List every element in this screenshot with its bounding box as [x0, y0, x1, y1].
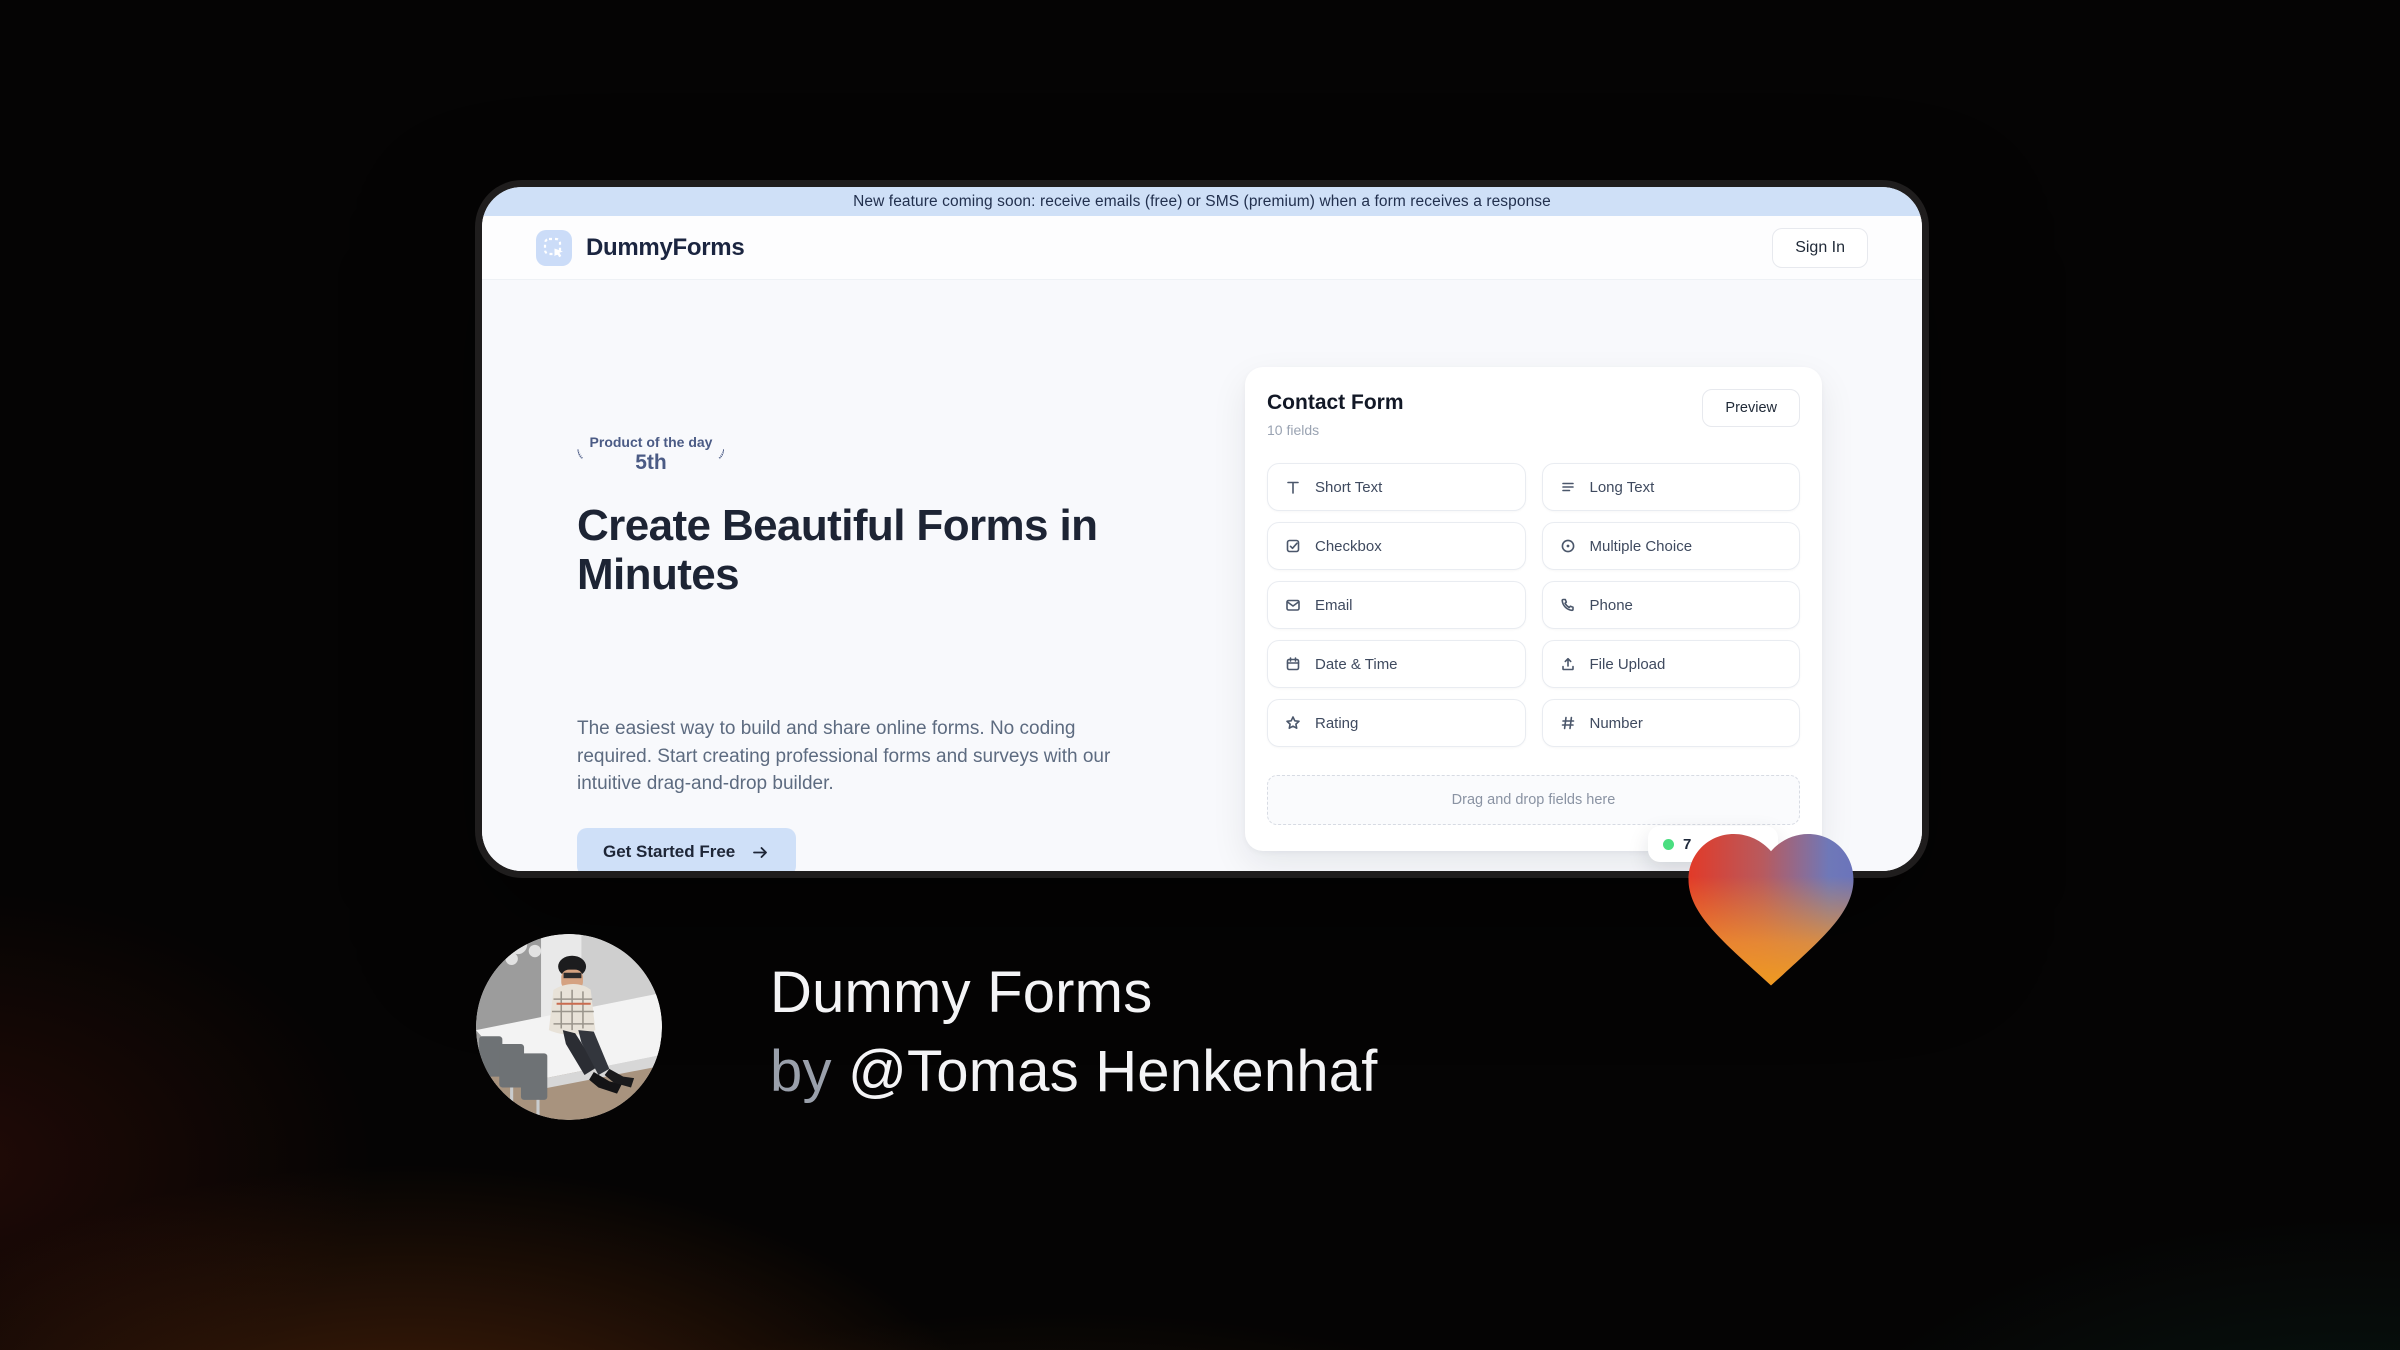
byline-prefix: by: [770, 1039, 848, 1104]
field-date-time-button[interactable]: Date & Time: [1267, 640, 1526, 688]
field-long-text-button[interactable]: Long Text: [1541, 463, 1800, 511]
form-builder-panel: Contact Form 10 fields Preview Short Tex…: [1245, 367, 1822, 851]
sign-in-button[interactable]: Sign In: [1772, 227, 1868, 268]
long-text-icon: [1559, 478, 1577, 496]
byline-author: @Tomas Henkenhaf: [847, 1039, 1378, 1104]
field-label: Short Text: [1315, 478, 1383, 496]
field-multiple-choice-button[interactable]: Multiple Choice: [1541, 522, 1800, 570]
checkbox-icon: [1284, 537, 1302, 555]
field-label: Number: [1589, 714, 1643, 732]
author-avatar: [476, 934, 662, 1120]
field-label: Rating: [1315, 714, 1359, 732]
footer-byline: by @Tomas Henkenhaf: [770, 1032, 1378, 1111]
preview-button[interactable]: Preview: [1702, 389, 1800, 427]
star-icon: [1284, 714, 1302, 732]
product-of-the-day-badge: Product of the day 5th: [577, 430, 725, 478]
site-header: DummyForms Sign In: [482, 216, 1922, 280]
hero-description: The easiest way to build and share onlin…: [577, 718, 1111, 795]
field-label: Checkbox: [1315, 537, 1382, 555]
phone-icon: [1559, 596, 1577, 614]
hero-section: Product of the day 5th Create Beautiful …: [482, 280, 1922, 871]
field-label: Date & Time: [1315, 655, 1398, 673]
envelope-icon: [1284, 596, 1302, 614]
hero-headline: Create Beautiful Forms in Minutes: [577, 501, 1098, 600]
award-title: Product of the day: [589, 433, 713, 450]
get-started-button[interactable]: Get Started Free: [577, 828, 797, 871]
field-short-text-button[interactable]: Short Text: [1267, 463, 1526, 511]
field-label: Phone: [1589, 596, 1633, 614]
dropzone-text: Drag and drop fields here: [1451, 792, 1616, 808]
hash-icon: [1559, 714, 1577, 732]
field-label: Long Text: [1589, 478, 1655, 496]
calendar-icon: [1284, 655, 1302, 673]
footer-title-line1: Dummy Forms: [770, 960, 1153, 1025]
dummyforms-logo-icon: [536, 229, 572, 266]
field-rating-button[interactable]: Rating: [1267, 699, 1526, 747]
upload-icon: [1559, 655, 1577, 673]
field-label: Multiple Choice: [1589, 537, 1693, 555]
field-checkbox-button[interactable]: Checkbox: [1267, 522, 1526, 570]
brand-name: DummyForms: [586, 233, 745, 261]
short-text-icon: [1284, 478, 1302, 496]
field-phone-button[interactable]: Phone: [1541, 581, 1800, 629]
field-label: File Upload: [1589, 655, 1666, 673]
promo-canvas: New feature coming soon: receive emails …: [0, 0, 2400, 1350]
laurel-right-icon: [719, 448, 725, 460]
arrow-right-icon: [753, 846, 768, 858]
radio-icon: [1559, 537, 1577, 555]
announcement-text: New feature coming soon: receive emails …: [853, 192, 1551, 210]
field-email-button[interactable]: Email: [1267, 581, 1526, 629]
field-number-button[interactable]: Number: [1541, 699, 1800, 747]
laurel-left-icon: [577, 448, 583, 460]
get-started-label: Get Started Free: [603, 842, 736, 861]
gradient-heart-icon: [1688, 834, 1854, 986]
browser-window: New feature coming soon: receive emails …: [482, 187, 1922, 871]
brand: DummyForms: [536, 229, 745, 266]
announcement-banner: New feature coming soon: receive emails …: [482, 187, 1922, 216]
field-label: Email: [1315, 596, 1353, 614]
field-file-upload-button[interactable]: File Upload: [1541, 640, 1800, 688]
field-type-grid: Short Text Long Text Checkbox Multiple Choi…: [1267, 463, 1800, 747]
footer-title: Dummy Forms by @Tomas Henkenhaf: [770, 953, 1378, 1111]
award-rank: 5th: [635, 450, 667, 474]
